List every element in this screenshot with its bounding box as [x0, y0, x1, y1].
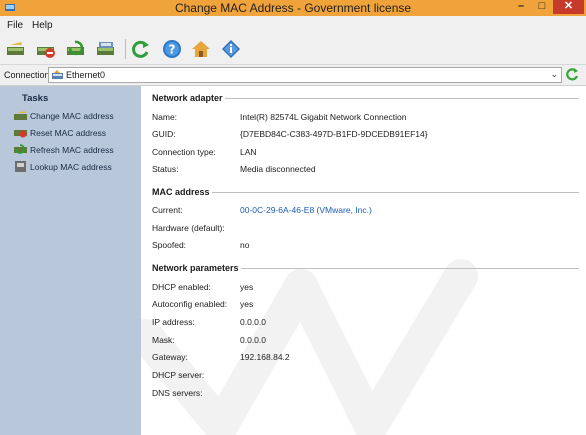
field-label: Current:	[152, 205, 183, 215]
refresh-mac-icon	[14, 144, 27, 154]
field-label: DNS servers:	[152, 388, 203, 398]
field-label: IP address:	[152, 317, 195, 327]
task-label: Reset MAC address	[30, 128, 107, 138]
close-button[interactable]: ✕	[553, 0, 584, 14]
tasks-heading: Tasks	[22, 93, 49, 104]
toolbar-separator	[125, 39, 126, 59]
menu-help[interactable]: Help	[32, 20, 53, 31]
svg-text:?: ?	[169, 43, 176, 57]
maximize-button[interactable]: □	[534, 0, 550, 14]
lookup-mac-icon	[15, 161, 26, 172]
guid-value: {D7EBD84C-C383-497D-B1FD-9DCEDB91EF14}	[240, 129, 428, 139]
menu-file[interactable]: File	[7, 20, 23, 31]
section-divider	[225, 98, 579, 99]
minimize-button[interactable]: –	[512, 0, 530, 14]
ip-address-value: 0.0.0.0	[240, 317, 266, 327]
section-divider	[212, 192, 579, 193]
section-mac-address: MAC address	[152, 187, 210, 197]
refresh-connection-icon[interactable]	[565, 67, 579, 81]
adapter-name-value: Intel(R) 82574L Gigabit Network Connecti…	[240, 112, 407, 122]
dhcp-enabled-value: yes	[240, 282, 254, 292]
help-icon[interactable]: ?	[162, 39, 182, 59]
field-label: Mask:	[152, 335, 175, 345]
spoofed-value: no	[240, 240, 250, 250]
tasks-sidebar: Tasks Change MAC address Reset MAC addre…	[0, 86, 141, 435]
task-label: Change MAC address	[30, 111, 114, 121]
connection-bar: Connection: Ethernet0 ⌄	[0, 65, 586, 86]
field-label: Connection type:	[152, 147, 216, 157]
connection-select[interactable]: Ethernet0 ⌄	[48, 67, 562, 83]
field-label: DHCP server:	[152, 370, 205, 380]
field-label: Autoconfig enabled:	[152, 299, 228, 309]
network-adapter-icon	[52, 70, 63, 79]
section-network-adapter: Network adapter	[152, 93, 223, 103]
details-panel: Network adapter Name: Intel(R) 82574L Gi…	[141, 86, 586, 435]
info-icon[interactable]	[221, 39, 241, 59]
change-mac-icon[interactable]	[6, 39, 26, 59]
gateway-value: 192.168.84.2	[240, 352, 290, 362]
change-mac-icon	[14, 111, 27, 120]
field-label: Spoofed:	[152, 240, 187, 250]
refresh-icon[interactable]	[131, 39, 151, 59]
window-title: Change MAC Address - Government license	[174, 1, 412, 15]
task-label: Refresh MAC address	[30, 145, 114, 155]
status-value: Media disconnected	[240, 164, 316, 174]
field-label: GUID:	[152, 129, 176, 139]
reset-mac-icon[interactable]	[36, 39, 56, 59]
lookup-mac-icon[interactable]	[96, 39, 116, 59]
field-label: Status:	[152, 164, 179, 174]
mask-value: 0.0.0.0	[240, 335, 266, 345]
task-label: Lookup MAC address	[30, 162, 112, 172]
field-label: Gateway:	[152, 352, 188, 362]
autoconfig-value: yes	[240, 299, 254, 309]
toolbar: ?	[0, 34, 586, 65]
field-label: DHCP enabled:	[152, 282, 211, 292]
chevron-down-icon[interactable]: ⌄	[550, 69, 558, 80]
field-label: Hardware (default):	[152, 223, 225, 233]
reset-mac-icon	[14, 130, 27, 138]
connection-label: Connection:	[4, 70, 53, 80]
section-network-parameters: Network parameters	[152, 263, 239, 273]
home-icon[interactable]	[191, 39, 211, 59]
refresh-mac-icon[interactable]	[66, 39, 86, 59]
title-bar: Change MAC Address - Government license …	[0, 0, 586, 16]
menu-bar: File Help	[0, 16, 586, 34]
section-divider	[241, 268, 579, 269]
connection-type-value: LAN	[240, 147, 257, 157]
connection-value: Ethernet0	[66, 70, 106, 80]
current-mac-link[interactable]: 00-0C-29-6A-46-E8 (VMware, Inc.)	[240, 205, 372, 215]
field-label: Name:	[152, 112, 178, 122]
